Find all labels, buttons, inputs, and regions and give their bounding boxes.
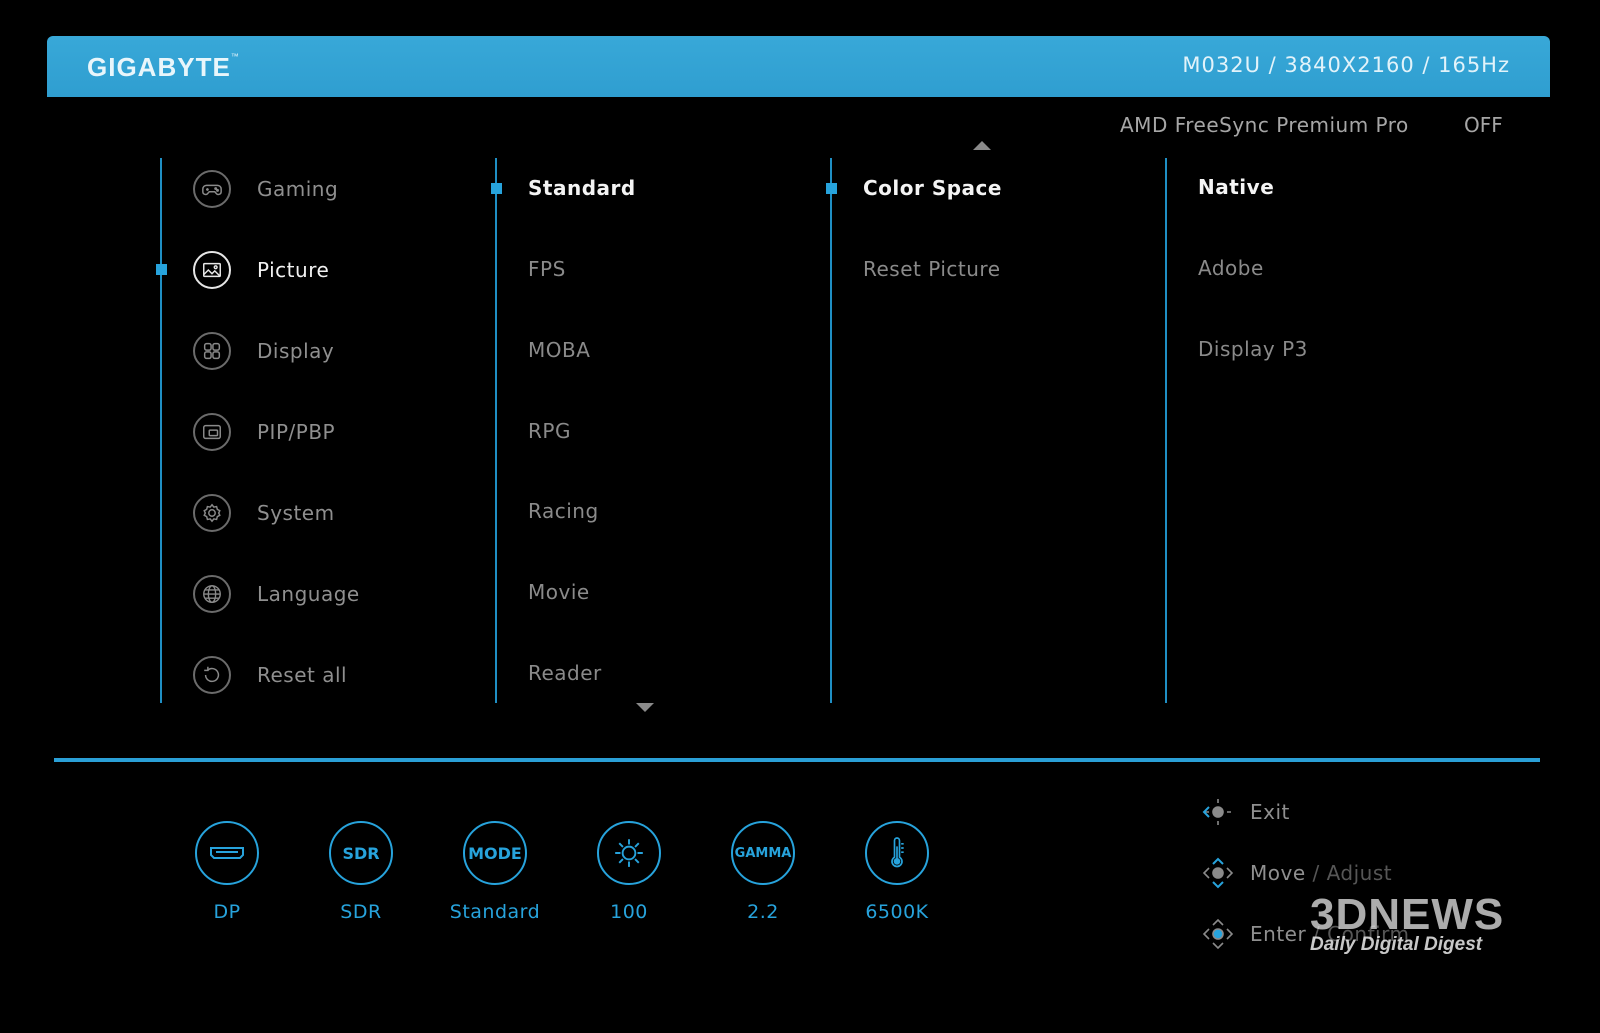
main-menu-selection-marker (156, 264, 167, 275)
main-menu-item-language[interactable]: Language (193, 572, 360, 616)
status-dynamic-range: SDR SDR (301, 821, 421, 923)
main-menu-label: Gaming (257, 177, 339, 201)
main-menu-item-picture[interactable]: Picture (193, 248, 329, 292)
status-color-temperature: 6500K (837, 821, 957, 923)
freesync-label: AMD FreeSync Premium Pro (1120, 113, 1409, 137)
hint-move-adjust: Move / Adjust (1200, 855, 1392, 891)
status-value: 100 (610, 901, 648, 923)
status-value: DP (213, 901, 241, 923)
main-menu-label: Display (257, 339, 335, 363)
hint-label: Exit (1250, 800, 1290, 824)
status-gamma: GAMMA 2.2 (703, 821, 823, 923)
main-menu-item-gaming[interactable]: Gaming (193, 167, 338, 211)
watermark-tagline: Daily Digital Digest (1310, 934, 1483, 955)
main-menu-label: Picture (257, 258, 330, 282)
settings-selection-marker (826, 183, 837, 194)
globe-icon (193, 575, 231, 613)
picture-icon (193, 251, 231, 289)
mode-item-racing[interactable]: Racing (528, 499, 599, 523)
watermark: 3DNEWS Daily Digital Digest (1310, 890, 1560, 956)
display-grid-icon (193, 332, 231, 370)
freesync-value: OFF (1464, 113, 1503, 137)
input-port-icon (195, 821, 259, 885)
option-item-native[interactable]: Native (1198, 175, 1274, 199)
status-value: 2.2 (747, 901, 779, 923)
option-item-display-p3[interactable]: Display P3 (1198, 337, 1308, 361)
main-menu-item-reset-all[interactable]: Reset all (193, 653, 347, 697)
options-column-divider (1165, 158, 1167, 703)
modes-selection-marker (491, 183, 502, 194)
mode-item-fps[interactable]: FPS (528, 257, 566, 281)
setting-item-color-space[interactable]: Color Space (863, 176, 1002, 200)
status-divider (54, 758, 1540, 762)
joystick-press-icon (1202, 918, 1234, 950)
scroll-up-arrow-icon[interactable] (973, 141, 991, 150)
osd-header-bar: GIGABYTE™ M032U / 3840X2160 / 165Hz (47, 36, 1550, 97)
modes-column-divider (495, 158, 497, 703)
status-brightness: 100 (569, 821, 689, 923)
status-input: DP (167, 821, 287, 923)
main-menu-item-display[interactable]: Display (193, 329, 334, 373)
watermark-logo: 3DNEWS (1310, 890, 1505, 939)
main-menu-label: PIP/PBP (257, 420, 336, 444)
status-value: SDR (340, 901, 382, 923)
main-menu-item-system[interactable]: System (193, 491, 335, 535)
reset-icon (193, 656, 231, 694)
main-menu-item-pip-pbp[interactable]: PIP/PBP (193, 410, 335, 454)
mode-item-movie[interactable]: Movie (528, 580, 590, 604)
gamepad-icon (193, 170, 231, 208)
gamma-icon: GAMMA (731, 821, 795, 885)
main-menu-label: Reset all (257, 663, 348, 687)
hint-label: Move / Adjust (1250, 861, 1393, 885)
brightness-icon (597, 821, 661, 885)
mode-item-moba[interactable]: MOBA (528, 338, 590, 362)
option-item-adobe[interactable]: Adobe (1198, 256, 1264, 280)
joystick-left-icon (1202, 799, 1231, 825)
hint-exit: Exit (1200, 794, 1290, 830)
thermometer-icon (865, 821, 929, 885)
pip-icon (193, 413, 231, 451)
status-picture-mode: MODE Standard (435, 821, 555, 923)
mode-item-reader[interactable]: Reader (528, 661, 602, 685)
setting-item-reset-picture[interactable]: Reset Picture (863, 257, 1001, 281)
mode-item-standard[interactable]: Standard (528, 176, 636, 200)
gear-icon (193, 494, 231, 532)
scroll-down-arrow-icon[interactable] (636, 703, 654, 712)
sdr-icon: SDR (329, 821, 393, 885)
main-menu-divider (160, 158, 162, 703)
brand-logo: GIGABYTE™ (87, 52, 240, 82)
settings-column-divider (830, 158, 832, 703)
main-menu-label: System (257, 501, 335, 525)
model-info: M032U / 3840X2160 / 165Hz (1182, 53, 1510, 77)
mode-item-rpg[interactable]: RPG (528, 419, 571, 443)
status-value: 6500K (865, 901, 929, 923)
main-menu-label: Language (257, 582, 360, 606)
mode-icon: MODE (463, 821, 527, 885)
joystick-move-icon (1202, 857, 1234, 889)
status-value: Standard (449, 901, 541, 923)
